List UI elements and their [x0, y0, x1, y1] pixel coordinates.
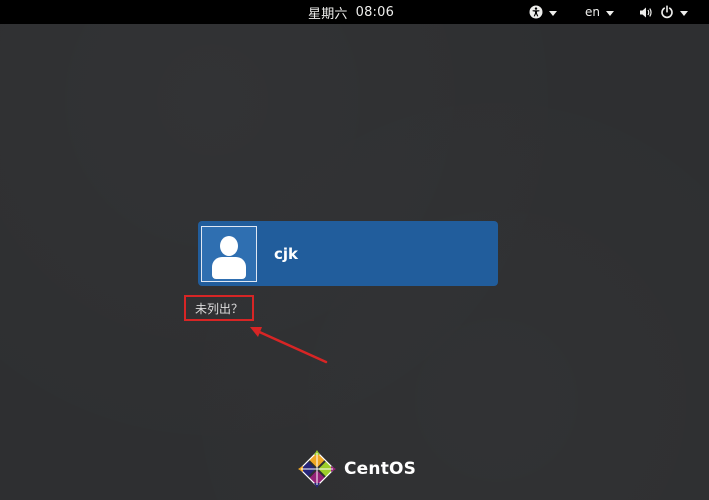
- clock-time: 08:06: [355, 4, 395, 20]
- language-label: en: [585, 5, 600, 19]
- red-arrow: [250, 327, 328, 364]
- user-list-item[interactable]: cjk: [198, 221, 498, 286]
- top-bar: 星期六 08:06 en: [0, 0, 709, 24]
- language-menu[interactable]: en: [585, 0, 614, 24]
- clock[interactable]: 星期六 08:06: [308, 3, 395, 22]
- not-listed-button[interactable]: 未列出？: [184, 295, 254, 321]
- centos-logo: CentOS: [298, 450, 416, 488]
- not-listed-label: 未列出？: [194, 301, 243, 316]
- power-icon: [660, 5, 674, 19]
- chevron-down-icon: [680, 10, 688, 16]
- clock-day: 星期六: [308, 6, 348, 22]
- accessibility-icon: [529, 5, 543, 19]
- volume-icon: [639, 6, 654, 19]
- centos-logo-icon: [298, 450, 336, 488]
- centos-logo-text: CentOS: [344, 459, 417, 479]
- avatar-head: [220, 235, 238, 256]
- accessibility-menu[interactable]: [529, 0, 557, 24]
- user-avatar-icon: [201, 225, 257, 282]
- avatar-body: [212, 256, 246, 279]
- user-name: cjk: [274, 244, 299, 263]
- system-menu[interactable]: [639, 0, 688, 24]
- chevron-down-icon: [549, 10, 557, 16]
- chevron-down-icon: [606, 10, 614, 16]
